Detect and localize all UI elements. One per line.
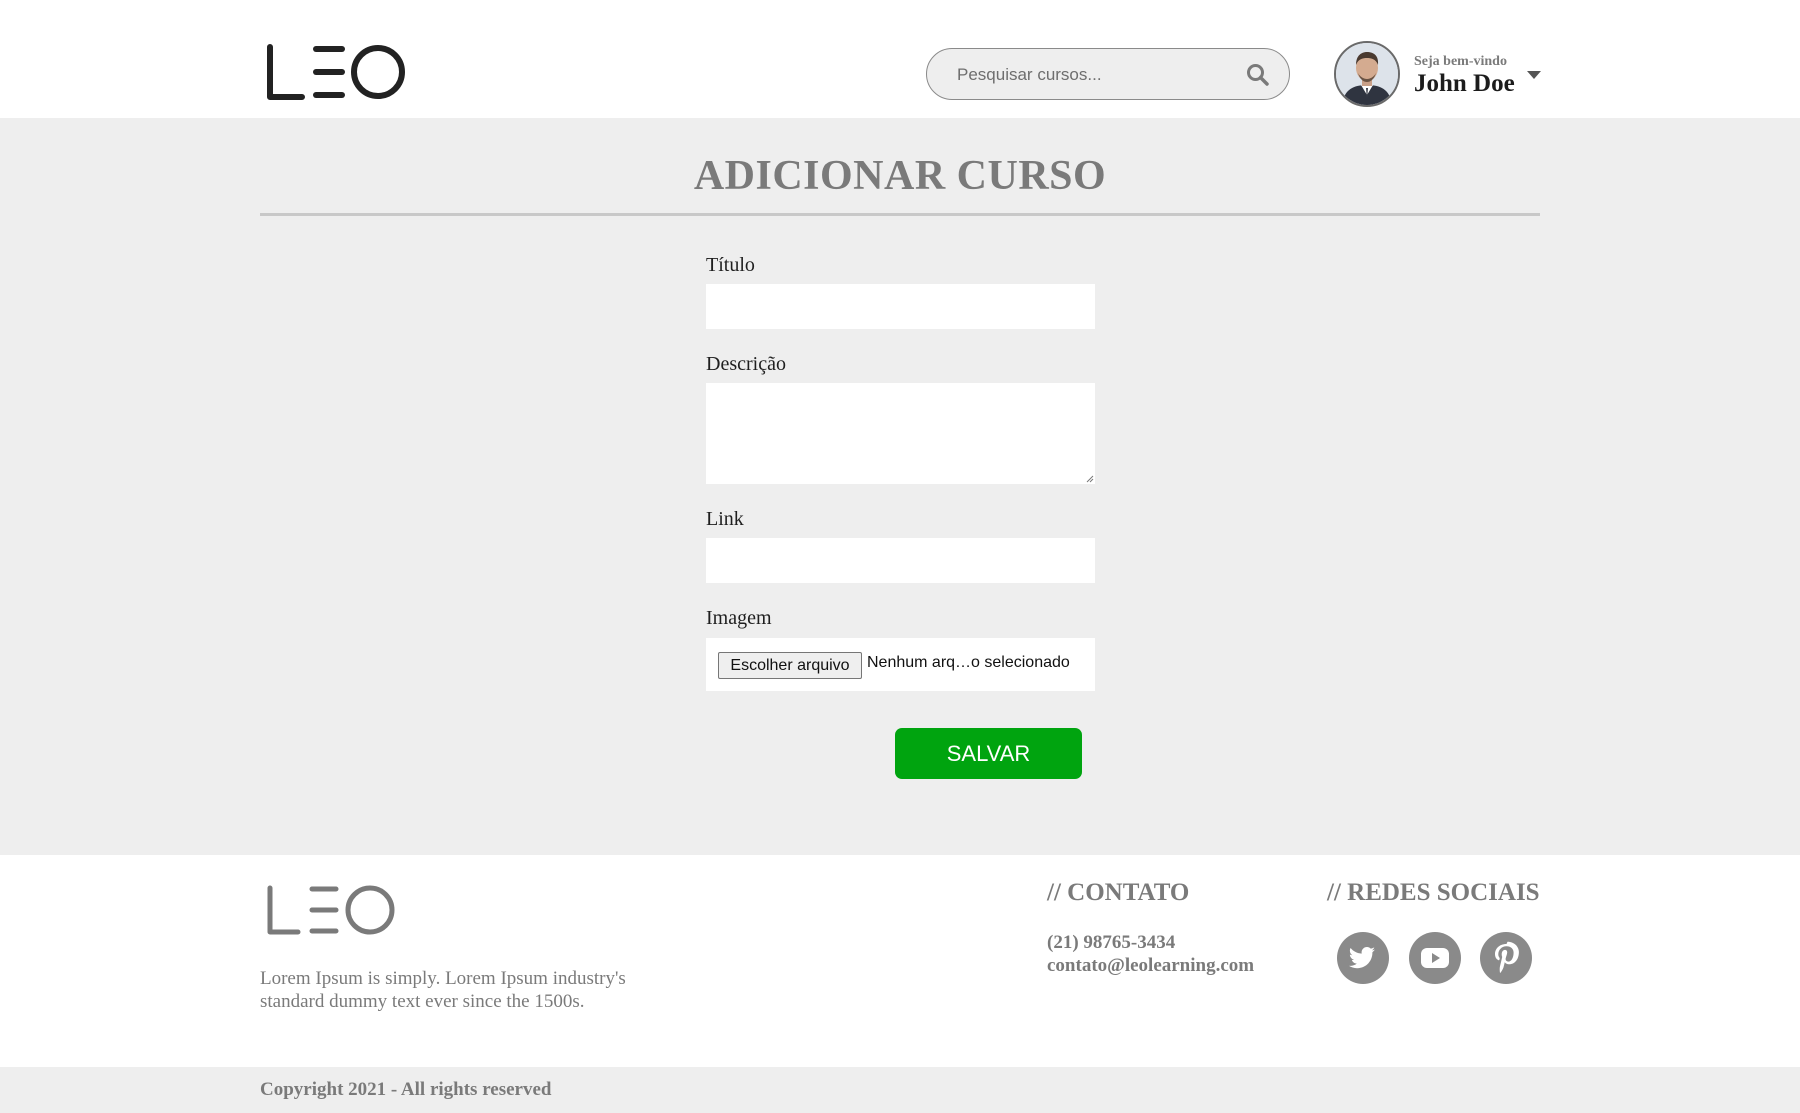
search-icon[interactable] bbox=[1245, 62, 1271, 88]
contact-heading: // CONTATO bbox=[1047, 879, 1190, 906]
copyright-text: Copyright 2021 - All rights reserved bbox=[260, 1079, 552, 1100]
image-file-input: Escolher arquivo Nenhum arq…o selecionad… bbox=[706, 638, 1095, 691]
link-input[interactable] bbox=[706, 538, 1095, 583]
save-button[interactable]: SALVAR bbox=[895, 728, 1082, 779]
titulo-label: Título bbox=[706, 254, 755, 276]
link-label: Link bbox=[706, 508, 744, 530]
choose-file-button[interactable]: Escolher arquivo bbox=[718, 652, 862, 679]
pinterest-icon[interactable] bbox=[1480, 932, 1532, 984]
site-footer: Lorem Ipsum is simply. Lorem Ipsum indus… bbox=[0, 855, 1800, 1067]
page: Seja bem-vindo John Doe ADICIONAR CURSO … bbox=[0, 0, 1800, 1113]
avatar[interactable] bbox=[1334, 41, 1400, 107]
footer-leo-logo[interactable] bbox=[266, 884, 396, 936]
descricao-label: Descrição bbox=[706, 353, 786, 375]
search-bar bbox=[926, 48, 1290, 100]
search-input[interactable] bbox=[955, 61, 1239, 89]
user-name[interactable]: John Doe bbox=[1414, 70, 1515, 98]
resize-grip-icon[interactable] bbox=[1086, 475, 1094, 483]
twitter-icon[interactable] bbox=[1337, 932, 1389, 984]
youtube-icon[interactable] bbox=[1409, 932, 1461, 984]
contact-email[interactable]: contato@leolearning.com bbox=[1047, 955, 1254, 977]
title-divider bbox=[260, 213, 1540, 216]
social-heading: // REDES SOCIAIS bbox=[1327, 879, 1540, 906]
leo-logo[interactable] bbox=[266, 43, 406, 101]
imagem-label: Imagem bbox=[706, 607, 772, 629]
descricao-textarea[interactable] bbox=[706, 383, 1095, 484]
footer-description: Lorem Ipsum is simply. Lorem Ipsum indus… bbox=[260, 968, 626, 1012]
file-status-text: Nenhum arq…o selecionado bbox=[867, 654, 1070, 671]
contact-phone: (21) 98765-3434 bbox=[1047, 932, 1176, 953]
titulo-input[interactable] bbox=[706, 284, 1095, 329]
site-header: Seja bem-vindo John Doe bbox=[0, 0, 1800, 118]
welcome-text: Seja bem-vindo bbox=[1414, 54, 1507, 69]
user-photo bbox=[1336, 43, 1398, 105]
copyright-bar: Copyright 2021 - All rights reserved bbox=[0, 1067, 1800, 1113]
chevron-down-icon[interactable] bbox=[1527, 71, 1541, 79]
page-title: ADICIONAR CURSO bbox=[693, 153, 1107, 199]
